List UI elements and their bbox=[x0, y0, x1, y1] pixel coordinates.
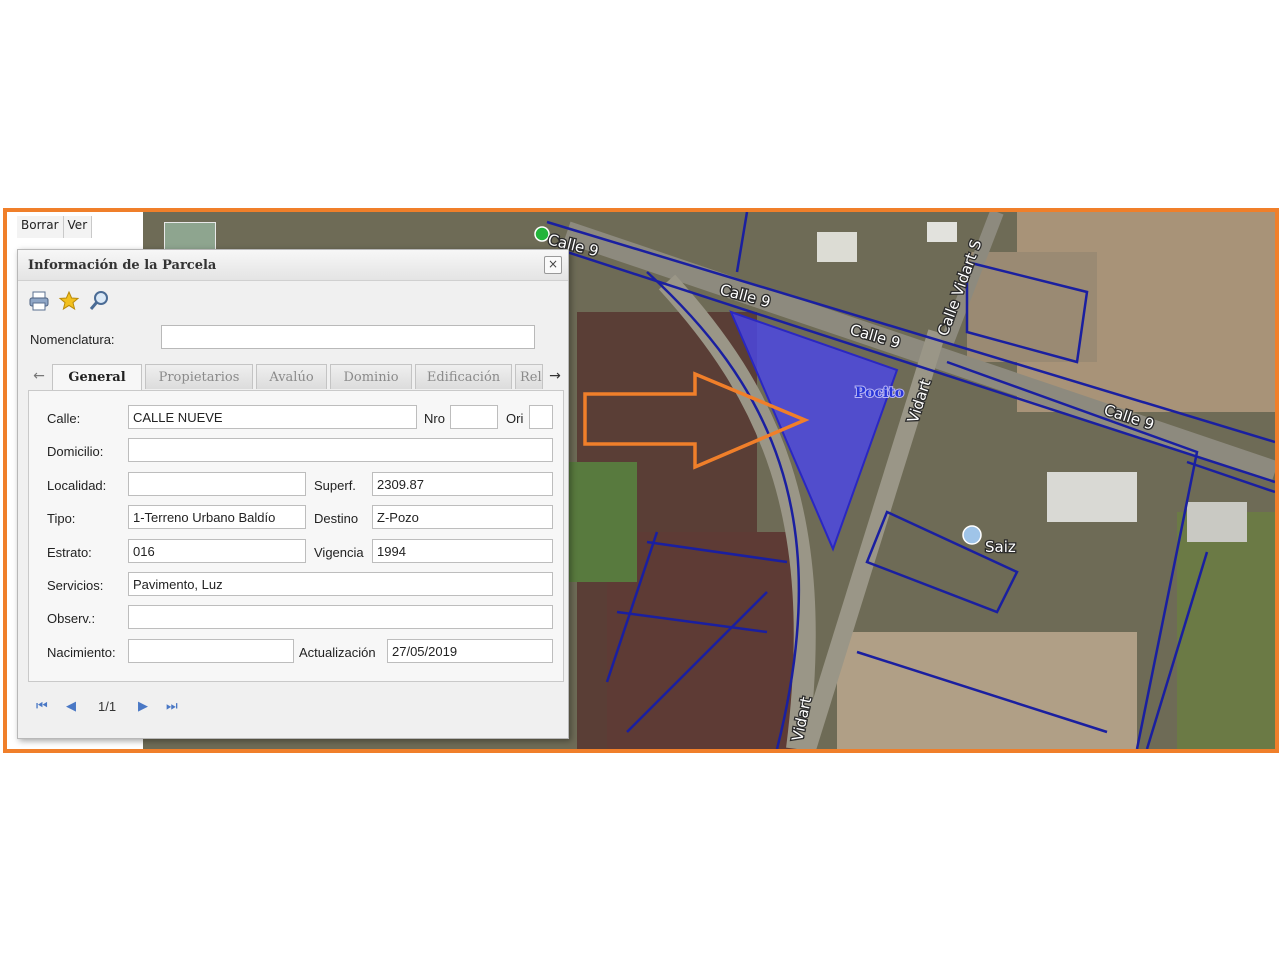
nomenclatura-label: Nomenclatura: bbox=[30, 332, 115, 347]
star-icon[interactable] bbox=[58, 290, 80, 312]
localidad-field[interactable] bbox=[128, 472, 306, 496]
destino-field[interactable]: Z-Pozo bbox=[372, 505, 553, 529]
borrar-button[interactable]: Borrar bbox=[17, 216, 64, 238]
prev-page-icon[interactable]: ◀ bbox=[66, 699, 76, 714]
tipo-field[interactable]: 1-Terreno Urbano Baldío bbox=[128, 505, 306, 529]
servicios-label: Servicios: bbox=[47, 578, 104, 593]
nro-label: Nro bbox=[424, 411, 445, 426]
map-label-saiz: Saiz bbox=[985, 538, 1016, 556]
tab-avaluo[interactable]: Avalúo bbox=[256, 364, 327, 389]
domicilio-field[interactable] bbox=[128, 438, 553, 462]
parcel-info-dialog: Información de la Parcela × Nomenclatura… bbox=[17, 249, 569, 739]
nacimiento-label: Nacimiento: bbox=[47, 645, 116, 660]
nomenclatura-input[interactable] bbox=[161, 325, 535, 349]
last-page-icon[interactable]: ⏭ bbox=[166, 699, 178, 714]
tab-dominio[interactable]: Dominio bbox=[330, 364, 412, 389]
actualizacion-field[interactable]: 27/05/2019 bbox=[387, 639, 553, 663]
magnifier-icon[interactable] bbox=[88, 290, 110, 312]
servicios-field[interactable]: Pavimento, Luz bbox=[128, 572, 553, 596]
observ-label: Observ.: bbox=[47, 611, 96, 626]
location-marker bbox=[962, 525, 982, 545]
actualizacion-label: Actualización bbox=[299, 645, 376, 660]
estrato-label: Estrato: bbox=[47, 545, 92, 560]
nro-field[interactable] bbox=[450, 405, 498, 429]
tab-scroll-right-icon[interactable]: → bbox=[544, 364, 566, 389]
top-toolbar: Borrar Ver bbox=[17, 216, 93, 238]
calle-field[interactable]: CALLE NUEVE bbox=[128, 405, 417, 429]
tipo-label: Tipo: bbox=[47, 511, 76, 526]
building-roof bbox=[1047, 472, 1137, 522]
next-page-icon[interactable]: ▶ bbox=[138, 699, 148, 714]
ori-field[interactable] bbox=[529, 405, 553, 429]
lot-green-east bbox=[1177, 512, 1275, 749]
tab-bar: ← General Propietarios Avalúo Dominio Ed… bbox=[28, 364, 566, 391]
dialog-title: Información de la Parcela bbox=[28, 258, 217, 273]
field-green bbox=[567, 462, 637, 582]
tab-propietarios[interactable]: Propietarios bbox=[145, 364, 253, 389]
tab-rel[interactable]: Rel bbox=[515, 364, 543, 389]
house-roof bbox=[927, 222, 957, 242]
printer-icon[interactable] bbox=[28, 290, 50, 312]
map-frame: Calle 9 Calle 9 Calle 9 Calle 9 Calle Vi… bbox=[3, 208, 1279, 753]
green-marker bbox=[534, 226, 550, 242]
ver-button[interactable]: Ver bbox=[63, 216, 93, 238]
tab-scroll-left-icon[interactable]: ← bbox=[28, 364, 50, 389]
building-roof-2 bbox=[1187, 502, 1247, 542]
house-roof-2 bbox=[817, 232, 857, 262]
calle-label: Calle: bbox=[47, 411, 81, 426]
dialog-toolbar bbox=[28, 290, 110, 312]
map-thumbnail[interactable] bbox=[164, 222, 216, 250]
lot-sand-1 bbox=[837, 632, 1137, 749]
dialog-titlebar[interactable]: Información de la Parcela × bbox=[18, 250, 568, 281]
page-indicator: 1/1 bbox=[98, 699, 117, 714]
domicilio-label: Domicilio: bbox=[47, 444, 104, 459]
first-page-icon[interactable]: ⏮ bbox=[36, 699, 48, 714]
ori-label: Ori bbox=[506, 411, 524, 426]
observ-field[interactable] bbox=[128, 605, 553, 629]
vigencia-field[interactable]: 1994 bbox=[372, 539, 553, 563]
superf-label: Superf. bbox=[314, 478, 356, 493]
estrato-field[interactable]: 016 bbox=[128, 539, 306, 563]
superf-field[interactable]: 2309.87 bbox=[372, 472, 553, 496]
destino-label: Destino bbox=[314, 511, 359, 526]
vigencia-label: Vigencia bbox=[314, 545, 364, 560]
map-label-pocito: Pocito bbox=[855, 385, 904, 401]
tab-edificacion[interactable]: Edificación bbox=[415, 364, 512, 389]
nacimiento-field[interactable] bbox=[128, 639, 294, 663]
lot-sand-3 bbox=[967, 252, 1097, 362]
close-icon[interactable]: × bbox=[544, 256, 562, 274]
pagination-bar: ⏮ ◀ 1/1 ▶ ⏭ bbox=[28, 695, 562, 721]
localidad-label: Localidad: bbox=[47, 478, 107, 493]
tab-general[interactable]: General bbox=[52, 364, 142, 391]
general-tab-panel: Calle: CALLE NUEVE Nro Ori Domicilio: Lo… bbox=[28, 390, 564, 682]
